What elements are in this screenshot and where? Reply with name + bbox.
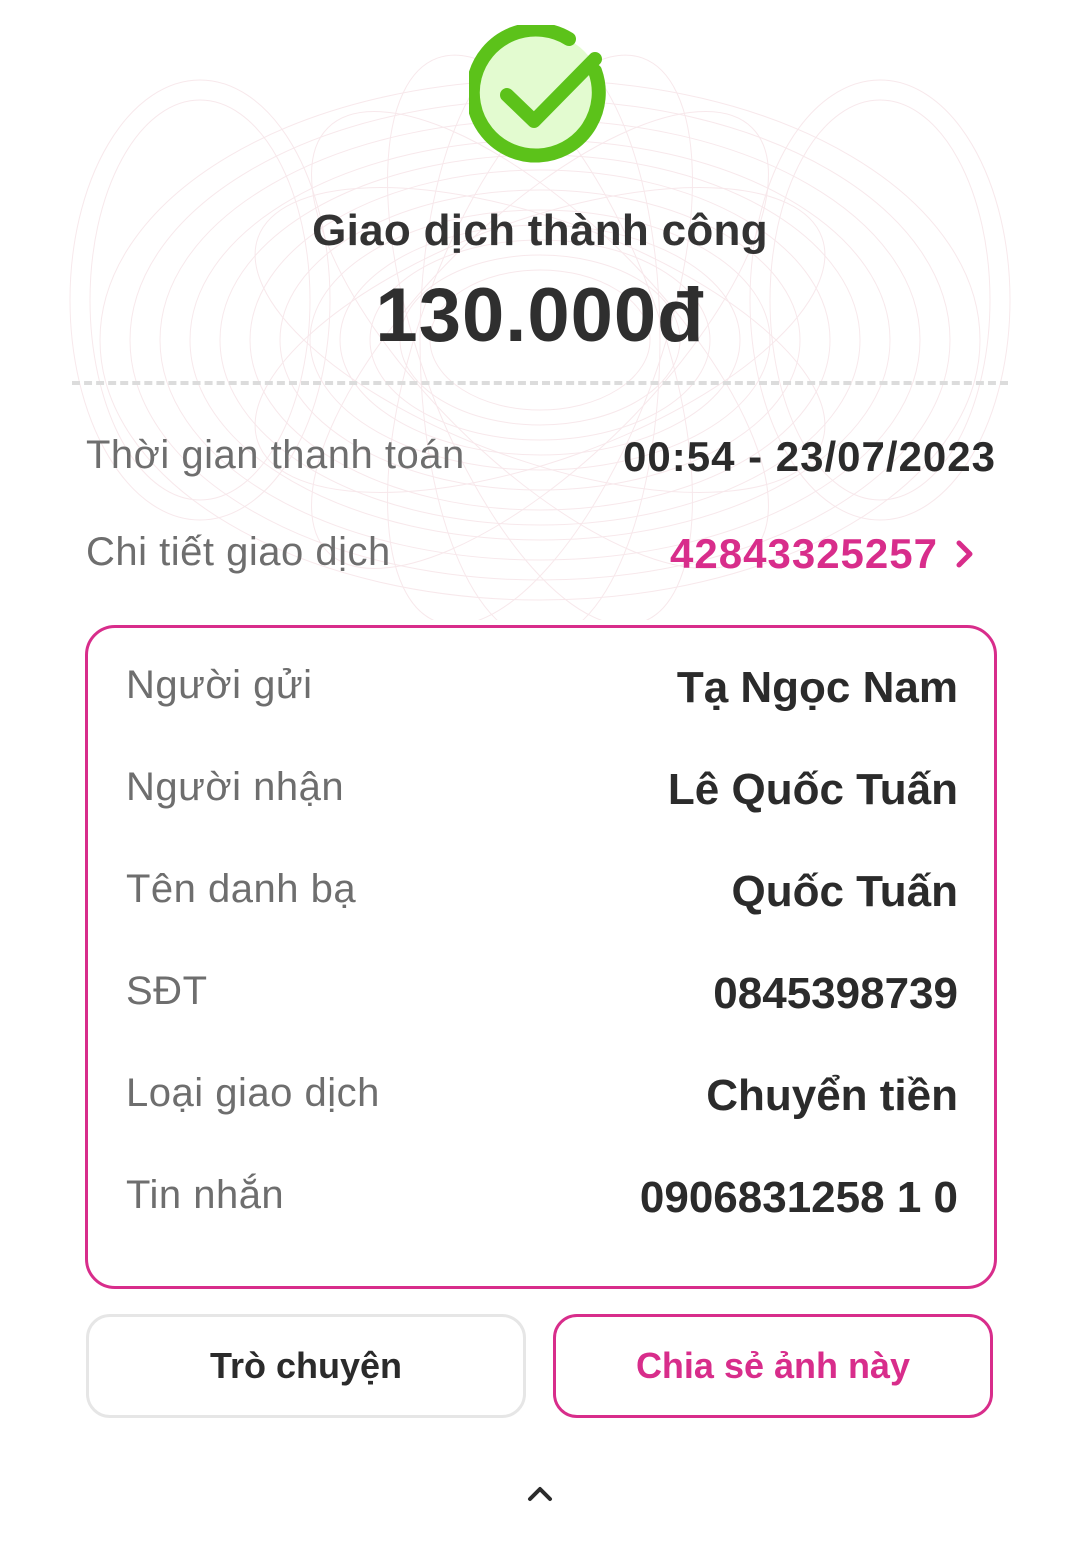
transaction-type-value: Chuyển tiền: [706, 1071, 958, 1120]
detail-row-recipient: Người nhận Lê Quốc Tuấn: [126, 765, 958, 825]
contact-name-value: Quốc Tuấn: [731, 867, 958, 916]
chevron-up-icon[interactable]: [526, 1484, 554, 1502]
transaction-receipt-screen: Giao dịch thành công 130.000đ Thời gian …: [0, 0, 1080, 1564]
dashed-divider: [72, 381, 1008, 385]
chat-button[interactable]: Trò chuyện: [86, 1314, 526, 1418]
payment-time-label: Thời gian thanh toán: [86, 433, 465, 477]
transaction-id-link[interactable]: 42843325257: [670, 530, 976, 578]
chevron-right-icon: [956, 540, 973, 568]
message-label: Tin nhắn: [126, 1173, 285, 1217]
transaction-id-value: 42843325257: [670, 530, 938, 577]
message-value: 0906831258 1 0: [639, 1173, 958, 1222]
transaction-details-card: Người gửi Tạ Ngọc Nam Người nhận Lê Quốc…: [85, 625, 997, 1289]
payment-time-row: Thời gian thanh toán 00:54 - 23/07/2023: [86, 433, 996, 493]
transaction-amount: 130.000đ: [375, 273, 705, 358]
detail-row-transaction-type: Loại giao dịch Chuyển tiền: [126, 1071, 958, 1131]
transaction-type-label: Loại giao dịch: [126, 1071, 380, 1115]
transaction-detail-row: Chi tiết giao dịch 42843325257: [86, 530, 996, 590]
sender-label: Người gửi: [126, 663, 313, 707]
check-circle-icon: [469, 25, 606, 163]
recipient-label: Người nhận: [126, 765, 345, 809]
detail-row-sender: Người gửi Tạ Ngọc Nam: [126, 663, 958, 723]
detail-row-message: Tin nhắn 0906831258 1 0: [126, 1173, 958, 1233]
phone-value: 0845398739: [713, 969, 958, 1018]
share-image-button[interactable]: Chia sẻ ảnh này: [553, 1314, 993, 1418]
payment-time-value: 00:54 - 23/07/2023: [623, 433, 996, 480]
phone-label: SĐT: [126, 969, 208, 1013]
detail-row-contact-name: Tên danh bạ Quốc Tuấn: [126, 867, 958, 927]
transaction-detail-label: Chi tiết giao dịch: [86, 530, 391, 574]
sender-value: Tạ Ngọc Nam: [676, 663, 958, 712]
contact-name-label: Tên danh bạ: [126, 867, 357, 911]
recipient-value: Lê Quốc Tuấn: [667, 765, 958, 814]
status-title: Giao dịch thành công: [312, 206, 768, 255]
detail-row-phone: SĐT 0845398739: [126, 969, 958, 1029]
